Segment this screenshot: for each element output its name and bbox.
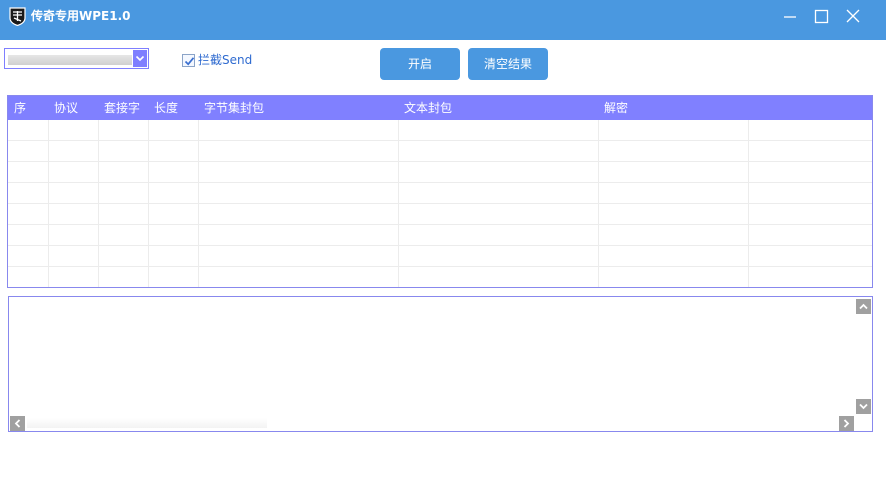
packet-list-grid <box>8 120 872 287</box>
minimize-button[interactable] <box>777 5 803 29</box>
column-header-bytes-packet[interactable]: 字节集封包 <box>198 96 264 120</box>
horizontal-scrollbar[interactable] <box>9 415 856 431</box>
scroll-right-icon[interactable] <box>839 416 854 431</box>
scrollbar-corner <box>855 415 872 431</box>
close-button[interactable] <box>840 5 866 29</box>
scroll-up-icon[interactable] <box>856 299 871 314</box>
vertical-scrollbar[interactable] <box>855 297 872 415</box>
column-header-socket[interactable]: 套接字 <box>98 96 140 120</box>
clear-results-button[interactable]: 清空结果 <box>468 48 548 80</box>
window-title: 传奇专用WPE1.0 <box>31 9 131 23</box>
scroll-down-icon[interactable] <box>856 399 871 414</box>
column-header-index[interactable]: 序 <box>8 96 26 120</box>
checkbox-check-icon[interactable] <box>182 53 195 67</box>
horizontal-scroll-thumb[interactable] <box>27 418 267 428</box>
column-header-protocol[interactable]: 协议 <box>48 96 78 120</box>
intercept-send-checkbox[interactable]: 拦截Send <box>182 52 252 68</box>
packet-list[interactable]: 序 协议 套接字 长度 字节集封包 文本封包 解密 <box>7 95 873 288</box>
adapter-select[interactable] <box>4 48 149 69</box>
maximize-icon <box>808 5 834 29</box>
app-logo-icon <box>9 7 26 27</box>
adapter-select-value <box>8 55 132 65</box>
intercept-send-label: 拦截Send <box>198 53 253 67</box>
column-header-decrypt[interactable]: 解密 <box>598 96 628 120</box>
maximize-button[interactable] <box>808 5 834 29</box>
column-header-length[interactable]: 长度 <box>148 96 178 120</box>
chevron-down-icon[interactable] <box>133 50 147 67</box>
packet-list-header: 序 协议 套接字 长度 字节集封包 文本封包 解密 <box>8 96 872 120</box>
column-header-text-packet[interactable]: 文本封包 <box>398 96 452 120</box>
title-bar: 传奇专用WPE1.0 <box>0 0 886 40</box>
log-textarea[interactable] <box>8 296 873 432</box>
close-icon <box>840 5 866 29</box>
minimize-icon <box>777 5 803 29</box>
start-button[interactable]: 开启 <box>380 48 460 80</box>
scroll-left-icon[interactable] <box>10 416 25 431</box>
